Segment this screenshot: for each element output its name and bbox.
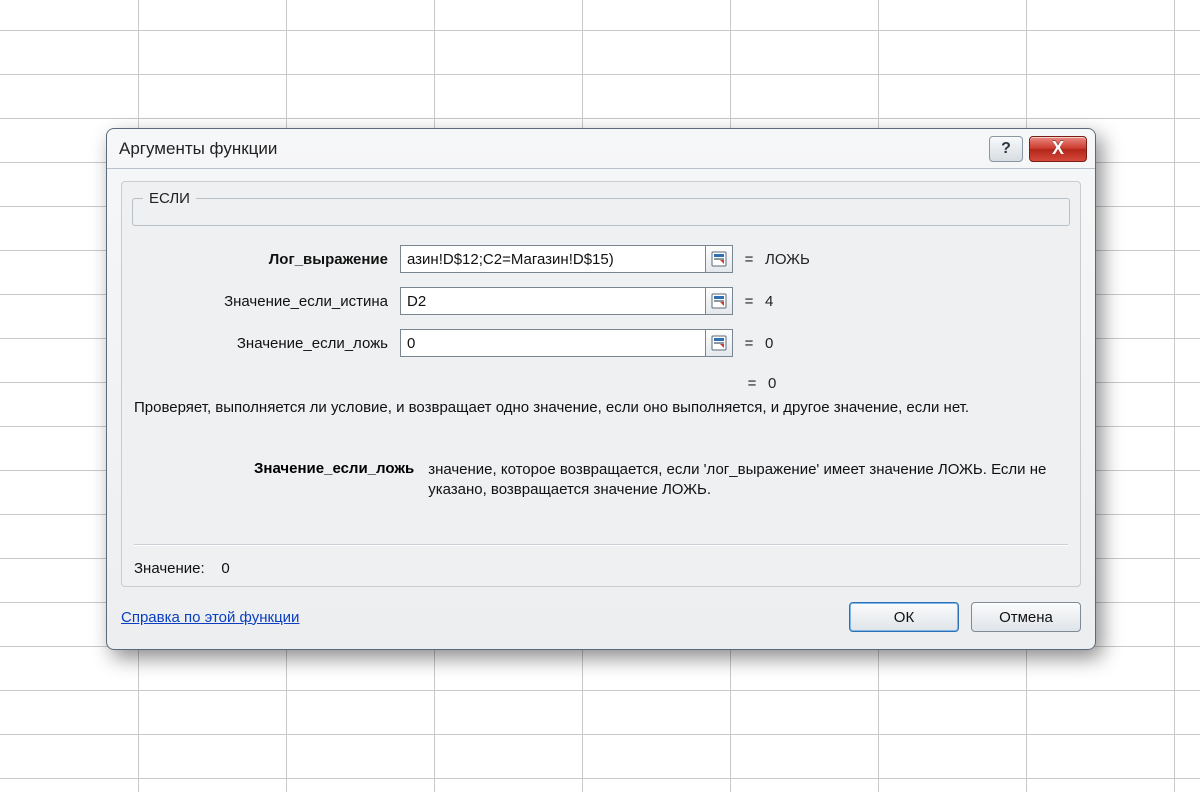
arg-result: ЛОЖЬ (765, 251, 810, 268)
arg-label: Лог_выражение (132, 251, 400, 268)
question-icon: ? (1001, 140, 1011, 158)
range-select-icon (710, 334, 728, 352)
argument-help-text: значение, которое возвращается, если 'ло… (428, 460, 1068, 501)
cancel-button[interactable]: Отмена (971, 602, 1081, 632)
close-button[interactable]: X (1029, 136, 1087, 162)
arg-row-log-expression: Лог_выражение = ЛОЖЬ (132, 238, 1070, 280)
formula-value-line: Значение: 0 (134, 560, 230, 577)
function-arguments-dialog: Аргументы функции ? X ЕСЛИ Лог_выражение (106, 128, 1096, 650)
dialog-body: ЕСЛИ Лог_выражение = ЛОЖЬ Значени (121, 181, 1081, 587)
titlebar[interactable]: Аргументы функции ? X (107, 129, 1095, 169)
dialog-title: Аргументы функции (119, 139, 989, 159)
collapse-dialog-button[interactable] (705, 245, 733, 273)
function-description: Проверяет, выполняется ли условие, и воз… (134, 398, 1068, 418)
equals-sign: = (733, 335, 765, 352)
arg-row-value-if-true: Значение_если_истина = 4 (132, 280, 1070, 322)
equals-sign: = (733, 251, 765, 268)
argument-help-name: Значение_если_ложь (254, 460, 428, 501)
arg-result: 0 (765, 335, 773, 352)
collapse-dialog-button[interactable] (705, 287, 733, 315)
help-button[interactable]: ? (989, 136, 1023, 162)
equals-sign: = (736, 375, 768, 392)
arg-row-value-if-false: Значение_если_ложь = 0 (132, 322, 1070, 364)
arg-label: Значение_если_истина (132, 293, 400, 310)
equals-sign: = (733, 293, 765, 310)
arg-input-log-expression[interactable] (400, 245, 706, 273)
function-name: ЕСЛИ (143, 190, 196, 207)
arg-input-value-if-true[interactable] (400, 287, 706, 315)
function-help-link[interactable]: Справка по этой функции (121, 609, 299, 626)
function-name-group: ЕСЛИ (132, 190, 1070, 226)
argument-help: Значение_если_ложь значение, которое воз… (254, 460, 1068, 501)
formula-result-preview-row: = 0 (132, 368, 1070, 398)
collapse-dialog-button[interactable] (705, 329, 733, 357)
divider (134, 544, 1068, 546)
range-select-icon (710, 250, 728, 268)
value-label: Значение: (134, 560, 205, 577)
argument-rows: Лог_выражение = ЛОЖЬ Значение_если_истин… (132, 238, 1070, 364)
ok-button[interactable]: ОК (849, 602, 959, 632)
arg-result: 4 (765, 293, 773, 310)
range-select-icon (710, 292, 728, 310)
arg-input-value-if-false[interactable] (400, 329, 706, 357)
close-icon: X (1052, 138, 1064, 159)
value-result: 0 (221, 560, 229, 577)
formula-result-preview: 0 (768, 375, 776, 392)
arg-label: Значение_если_ложь (132, 335, 400, 352)
dialog-footer: Справка по этой функции ОК Отмена (121, 599, 1081, 635)
